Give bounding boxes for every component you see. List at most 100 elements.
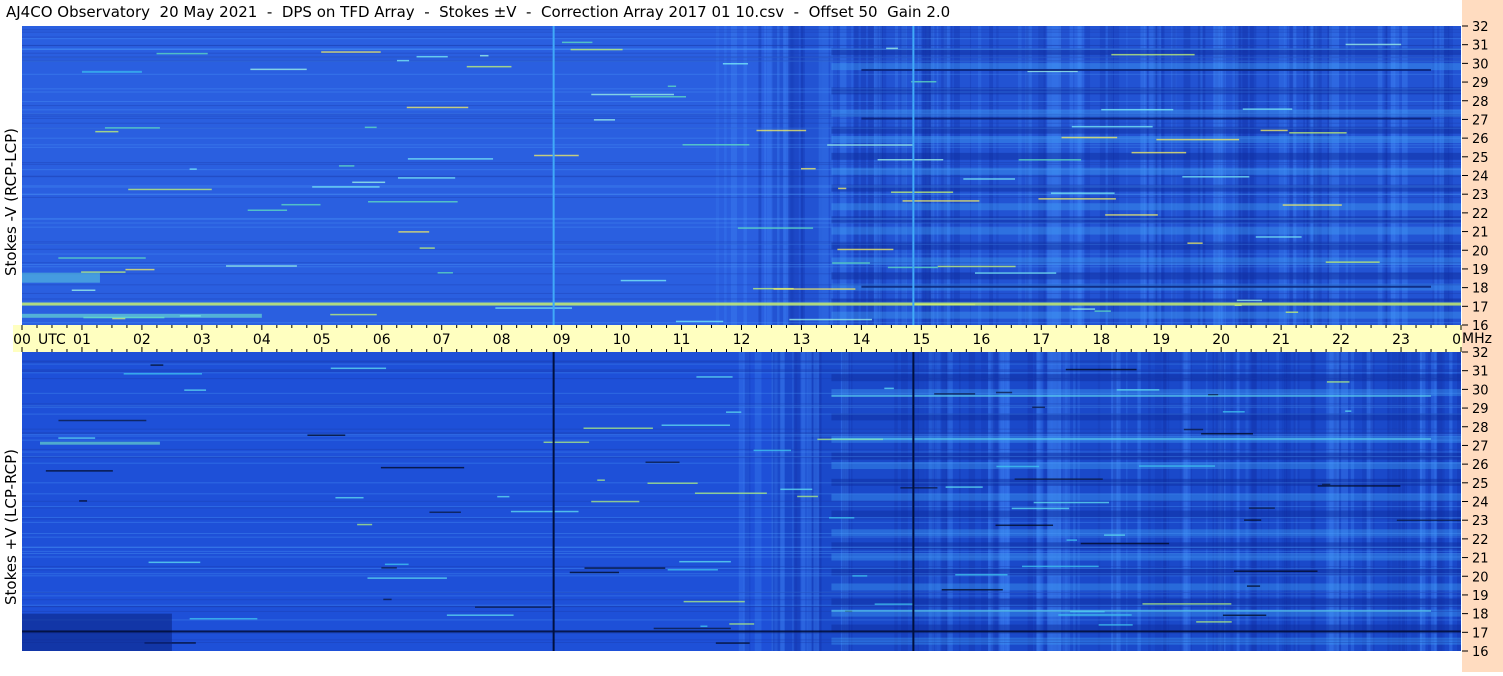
texture-band [22, 573, 1461, 575]
texture-band [22, 362, 1461, 364]
texture-band [22, 253, 1461, 255]
texture-band [583, 427, 653, 429]
time-tick-label: 22 [1332, 332, 1350, 348]
texture-band [764, 26, 767, 325]
texture-band [766, 26, 773, 325]
texture-band [156, 52, 208, 55]
texture-band [495, 307, 573, 309]
texture-band [281, 203, 321, 206]
freq-tick-label: 18 [1472, 282, 1489, 297]
texture-band [886, 47, 898, 50]
texture-band [330, 367, 387, 370]
texture-band [45, 470, 113, 472]
texture-band [58, 257, 146, 259]
texture-band [1260, 129, 1288, 132]
texture-band [22, 217, 1461, 219]
texture-band [22, 60, 1461, 62]
texture-band [22, 48, 1461, 50]
freq-tick-label: 31 [1472, 365, 1489, 380]
texture-band [1051, 192, 1115, 194]
texture-band [22, 31, 1461, 33]
texture-band [818, 26, 823, 325]
texture-band [874, 603, 914, 605]
texture-band [682, 144, 750, 146]
texture-band [1066, 539, 1077, 541]
texture-band [81, 271, 126, 273]
time-tick-label: 19 [1152, 332, 1170, 348]
texture-band [647, 482, 698, 484]
texture-band [831, 394, 1432, 397]
texture-band [22, 38, 1461, 40]
texture-band [667, 569, 718, 571]
texture-band [1116, 389, 1160, 391]
texture-band [831, 203, 1461, 211]
time-tick-label: 04 [253, 332, 271, 348]
texture-band [800, 167, 816, 170]
texture-band [667, 85, 677, 88]
texture-band [380, 466, 465, 469]
time-marker-line [552, 352, 555, 651]
texture-band [1242, 108, 1293, 110]
texture-band [1156, 138, 1240, 141]
texture-band [22, 566, 1461, 568]
texture-band [22, 301, 1461, 303]
texture-band [593, 119, 616, 121]
texture-band [22, 222, 1461, 224]
texture-band [591, 500, 640, 503]
texture-band [22, 378, 1461, 380]
texture-band [22, 506, 1461, 508]
texture-band [150, 364, 164, 366]
texture-band [1011, 507, 1070, 510]
texture-band [22, 569, 1461, 571]
time-tick-label: 20 [1212, 332, 1230, 348]
texture-band [832, 262, 870, 264]
texture-band [429, 511, 461, 514]
texture-band [22, 169, 1461, 171]
texture-band [877, 158, 944, 161]
texture-band [22, 591, 1461, 593]
texture-band [831, 152, 1461, 160]
texture-band [22, 273, 1461, 275]
texture-band [1285, 311, 1299, 313]
texture-band [937, 265, 1016, 268]
texture-band [1105, 214, 1158, 216]
texture-band [900, 487, 938, 489]
time-marker-line [912, 26, 915, 325]
texture-band [22, 405, 1461, 407]
texture-band [1098, 624, 1133, 626]
texture-band [1222, 614, 1267, 617]
freq-tick-label: 19 [1472, 589, 1489, 604]
stokes-plus-v-spectrogram [22, 352, 1461, 651]
texture-band [58, 419, 147, 422]
texture-band [22, 451, 1461, 453]
texture-band [189, 617, 258, 620]
texture-band [416, 55, 448, 58]
texture-band [1246, 585, 1261, 587]
texture-band [715, 26, 720, 325]
texture-band [125, 268, 155, 271]
texture-band [851, 26, 853, 325]
texture-band [756, 129, 807, 132]
texture-band [1345, 410, 1352, 412]
time-marker-line [552, 26, 555, 325]
freq-tick-label: 27 [1472, 113, 1489, 128]
texture-band [700, 625, 708, 628]
texture-band [330, 313, 377, 316]
time-tick-label: 15 [912, 332, 930, 348]
texture-band [1345, 43, 1402, 46]
texture-band [1104, 534, 1126, 536]
texture-band [335, 496, 364, 499]
texture-band [407, 158, 494, 160]
texture-band [653, 627, 731, 630]
time-tick-label: 07 [433, 332, 451, 348]
texture-band [694, 492, 767, 494]
texture-band [797, 495, 818, 498]
texture-band [338, 165, 355, 167]
texture-band [543, 441, 590, 444]
freq-tick-label: 22 [1472, 533, 1489, 548]
time-tick-label: 00 [1452, 332, 1462, 348]
texture-band [743, 26, 747, 325]
texture-band [1196, 621, 1232, 623]
freq-tick-label: 24 [1472, 170, 1489, 185]
freq-tick-label: 28 [1472, 421, 1489, 436]
